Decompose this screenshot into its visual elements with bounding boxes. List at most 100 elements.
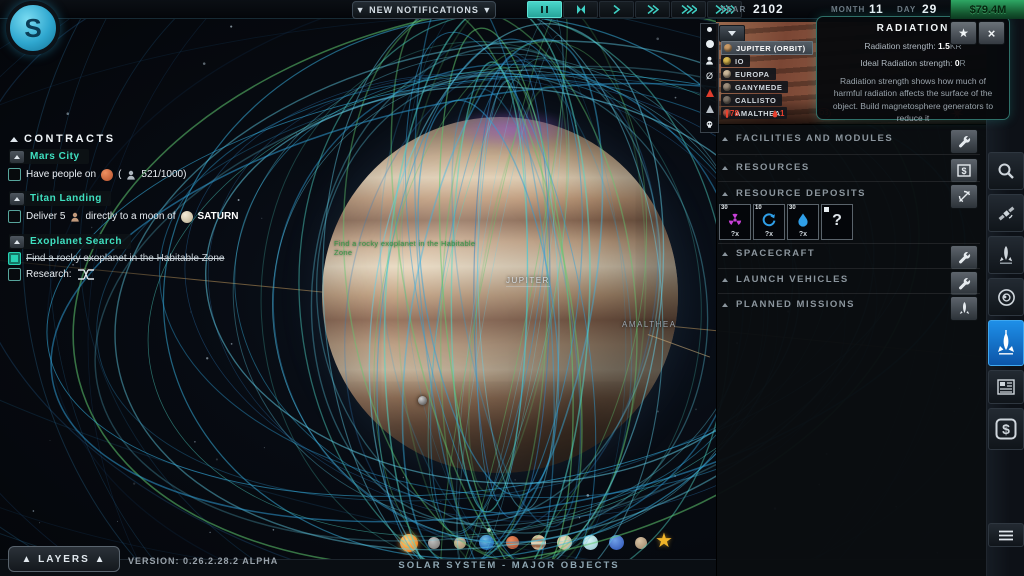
- collapse-arrow-icon: [722, 192, 728, 196]
- moon-dropdown-button[interactable]: [719, 25, 745, 42]
- moon-list-item-ganymede[interactable]: GANYMEDE: [721, 81, 788, 93]
- favorite-button[interactable]: ★: [950, 21, 977, 45]
- collapse-arrow-icon: [722, 252, 728, 256]
- wrench-icon: [958, 251, 971, 264]
- search-tool-button[interactable]: [988, 152, 1024, 190]
- thermometer-icon: [726, 110, 728, 118]
- orbits-button[interactable]: [988, 278, 1024, 316]
- satellites-button[interactable]: [988, 194, 1024, 232]
- callisto-icon: [723, 96, 731, 104]
- finance-button[interactable]: $: [988, 408, 1024, 450]
- habitability-filter-strip[interactable]: Ø: [700, 23, 719, 133]
- speed-pause-button[interactable]: [527, 1, 562, 18]
- deposit-count: ?x: [788, 231, 818, 238]
- amalthea-moon-dot[interactable]: [418, 396, 427, 405]
- person-icon: [705, 56, 714, 65]
- task-checkbox[interactable]: [8, 210, 21, 223]
- temperature-readout: 78: [726, 109, 739, 118]
- speed-2x-button[interactable]: [635, 1, 670, 18]
- collapse-arrow-icon: [722, 303, 728, 307]
- day-value: 29: [922, 2, 937, 16]
- fast-3x-icon: [681, 5, 697, 14]
- deposit-radioactive[interactable]: 30 ?x: [719, 204, 751, 240]
- europa-icon: [723, 70, 731, 78]
- spacecraft-build-button[interactable]: [950, 245, 978, 270]
- task-checkbox-checked[interactable]: [8, 252, 21, 265]
- section-label: LAUNCH VEHICLES: [736, 274, 849, 285]
- section-planned-missions[interactable]: PLANNED MISSIONS: [722, 299, 855, 310]
- task-text: directly to a moon of: [85, 211, 175, 222]
- planned-missions-button[interactable]: [950, 296, 978, 321]
- deposit-badge: 30: [721, 205, 728, 211]
- launch-button[interactable]: [988, 236, 1024, 274]
- moon-name: EUROPA: [735, 70, 770, 79]
- wrench-icon: [958, 277, 971, 290]
- person-icon: [70, 212, 80, 222]
- contracts-header[interactable]: CONTRACTS: [10, 133, 116, 145]
- survey-button[interactable]: [950, 184, 978, 209]
- water-readout: 1: [772, 109, 784, 118]
- rocket-icon: [999, 246, 1013, 265]
- moon-list-item-jupiter[interactable]: JUPITER (ORBIT): [721, 41, 813, 55]
- speed-play-button[interactable]: [599, 1, 634, 18]
- collapse-arrow-icon: [722, 278, 728, 282]
- section-resource-deposits[interactable]: RESOURCE DEPOSITS: [722, 188, 866, 199]
- deposit-water[interactable]: 30 ?x: [787, 204, 819, 240]
- collapse-arrow-icon: [14, 197, 20, 201]
- active-mission-button[interactable]: [988, 320, 1024, 366]
- dot-small-icon: [707, 27, 712, 32]
- month-label: MONTH: [831, 5, 865, 14]
- collapse-contract-button[interactable]: [10, 151, 24, 163]
- contract-titan-landing[interactable]: Titan Landing: [9, 191, 111, 206]
- reports-button[interactable]: [988, 370, 1024, 404]
- deposit-badge: 30: [789, 205, 796, 211]
- star-icon: ★: [958, 26, 969, 40]
- day-label: DAY: [897, 5, 916, 14]
- layers-button[interactable]: ▲ LAYERS ▲: [8, 546, 120, 572]
- moon-map-label[interactable]: AMALTHEA: [622, 320, 677, 329]
- resources-button[interactable]: $: [950, 158, 978, 183]
- section-launch-vehicles[interactable]: LAUNCH VEHICLES: [722, 274, 849, 285]
- money-display[interactable]: $79.4M: [950, 0, 1024, 19]
- contract-mars-city[interactable]: Mars City: [9, 149, 89, 164]
- task-checkbox[interactable]: [8, 168, 21, 181]
- dot-large-icon: [706, 40, 714, 48]
- contracts-title: CONTRACTS: [24, 133, 116, 145]
- drill-icon: [958, 190, 971, 203]
- notifications-button[interactable]: ▼ NEW NOTIFICATIONS ▼: [352, 1, 496, 19]
- app-logo[interactable]: S: [6, 1, 60, 55]
- contract-exoplanet-search[interactable]: Exoplanet Search: [9, 234, 131, 249]
- task-target: SATURN: [198, 211, 239, 222]
- chevron-down-icon: [728, 31, 736, 36]
- game-screen: JUPITER AMALTHEA Find a rocky exoplanet …: [0, 0, 1024, 576]
- close-button[interactable]: ×: [978, 21, 1005, 45]
- facilities-build-button[interactable]: [950, 129, 978, 154]
- deposit-count: ?x: [720, 231, 750, 238]
- speed-3x-button[interactable]: [671, 1, 706, 18]
- menu-button[interactable]: [988, 523, 1024, 547]
- collapse-contract-button[interactable]: [10, 236, 24, 248]
- moon-list-item-europa[interactable]: EUROPA: [721, 68, 776, 80]
- unknown-glyph: ?: [822, 212, 852, 230]
- speed-step-button[interactable]: [563, 1, 598, 18]
- rocket-icon: [959, 302, 970, 316]
- svg-text:$: $: [1002, 421, 1010, 437]
- deposit-recycle[interactable]: 10 ?x: [753, 204, 785, 240]
- star-system-icon[interactable]: ★: [655, 528, 673, 553]
- planet-map-label[interactable]: JUPITER: [506, 276, 550, 287]
- section-facilities[interactable]: FACILITIES AND MODULES: [722, 133, 893, 144]
- moon-list-item-io[interactable]: IO: [721, 55, 750, 67]
- mars-icon: [101, 169, 113, 181]
- task-text: Have people on: [26, 169, 96, 180]
- ganymede-icon: [723, 83, 731, 91]
- moon-list-item-callisto[interactable]: CALLISTO: [721, 94, 782, 106]
- contract-title: Mars City: [30, 151, 80, 162]
- deposit-unknown[interactable]: ?: [821, 204, 853, 240]
- section-spacecraft[interactable]: SPACECRAFT: [722, 248, 815, 259]
- collapse-contract-button[interactable]: [10, 193, 24, 205]
- task-find-exoplanet: Find a rocky exoplanet in the Habitable …: [8, 252, 224, 265]
- month-value: 11: [869, 2, 884, 16]
- play-icon: [613, 5, 621, 14]
- section-resources[interactable]: RESOURCES: [722, 162, 810, 173]
- task-checkbox[interactable]: [8, 268, 21, 281]
